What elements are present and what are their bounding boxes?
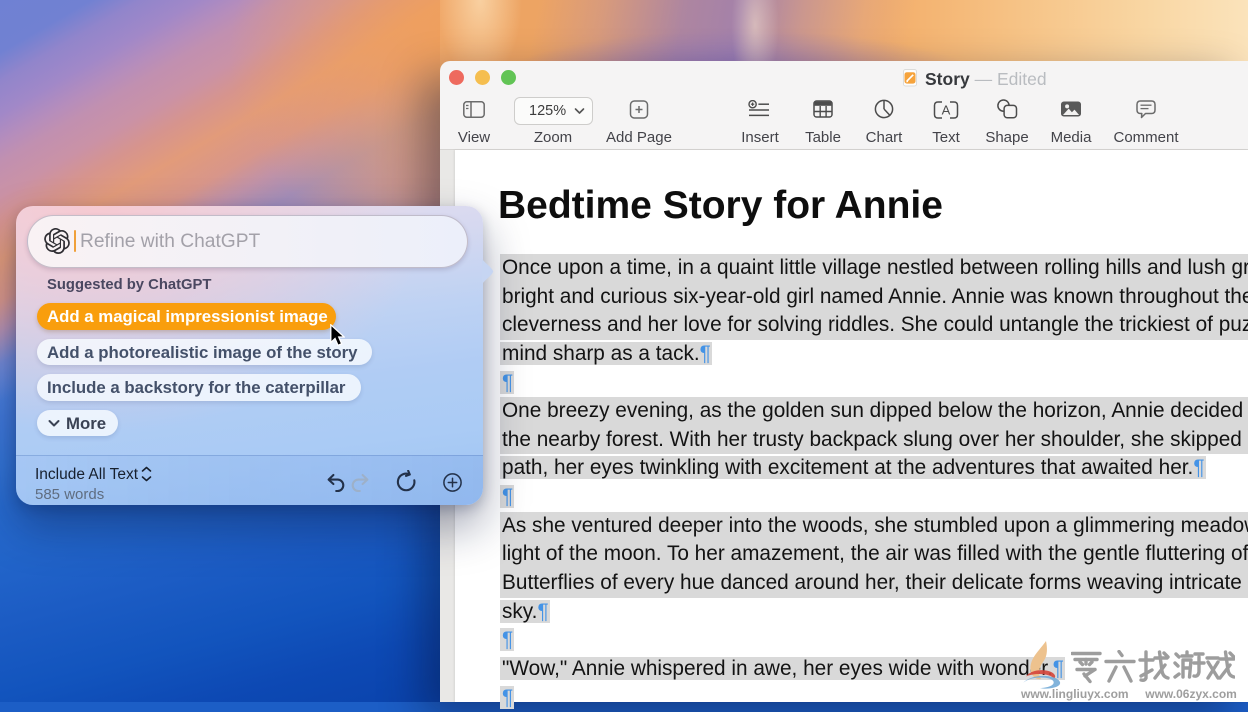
svg-text:A: A xyxy=(942,103,951,118)
